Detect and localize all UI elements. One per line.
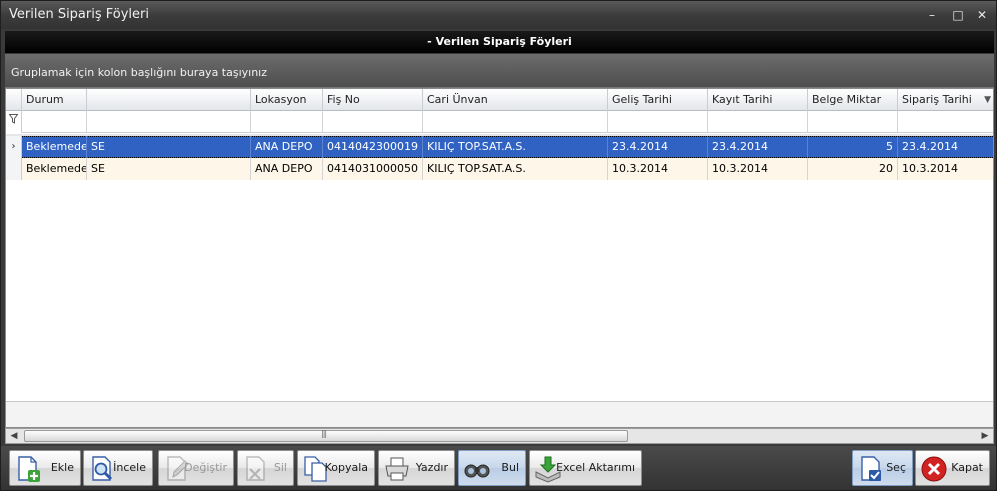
column-header-cari-unvan[interactable]: Cari Ünvan — [423, 89, 608, 111]
cell-lokasyon[interactable]: ANA DEPO — [251, 136, 323, 158]
minimize-button[interactable]: – — [923, 7, 941, 23]
filter-cell-siparis-tarihi[interactable] — [898, 111, 993, 133]
cell-cari-unvan[interactable]: KILIÇ TOP.SAT.A.S. — [423, 158, 608, 180]
order-sheets-window: Verilen Sipariş Föyleri – □ ✕ - Verilen … — [0, 0, 997, 491]
orders-grid[interactable]: Durum Lokasyon Fiş No Cari Ünvan Geliş T… — [5, 88, 994, 428]
form-header: - Verilen Sipariş Föyleri — [5, 31, 994, 53]
scroll-right-icon[interactable]: ▶ — [977, 429, 993, 443]
group-by-hint: Gruplamak için kolon başlığını buraya ta… — [11, 66, 268, 79]
filter-cell-lokasyon[interactable] — [251, 111, 323, 133]
cell-cari-unvan[interactable]: KILIÇ TOP.SAT.A.S. — [423, 136, 608, 158]
column-chooser-icon[interactable]: ▼ — [984, 89, 991, 111]
magnifier-document-icon — [92, 456, 113, 481]
delete-document-icon — [246, 456, 265, 481]
filter-cell-kayit-tarihi[interactable] — [708, 111, 808, 133]
maximize-button[interactable]: □ — [949, 7, 967, 23]
print-button-label: Yazdır — [415, 461, 448, 474]
scroll-left-icon[interactable]: ◀ — [6, 429, 22, 443]
edit-button[interactable]: Değiştir — [158, 450, 234, 486]
add-button[interactable]: Ekle — [9, 450, 81, 486]
excel-export-button[interactable]: Excel Aktarımı — [529, 450, 642, 486]
title-bar[interactable]: Verilen Sipariş Föyleri – □ ✕ — [1, 1, 996, 29]
group-by-panel[interactable]: Gruplamak için kolon başlığını buraya ta… — [5, 54, 994, 88]
cell-gelis-tarihi[interactable]: 23.4.2014 — [608, 136, 708, 158]
select-button-label: Seç — [886, 461, 906, 474]
inspect-button[interactable]: İncele — [83, 450, 153, 486]
filter-cell-fis-no[interactable] — [323, 111, 423, 133]
find-button-label: Bul — [501, 461, 519, 474]
excel-export-label: Excel Aktarımı — [556, 461, 635, 474]
column-header-blank[interactable] — [87, 89, 251, 111]
filter-cell-gelis-tarihi[interactable] — [608, 111, 708, 133]
cell-code[interactable]: SE — [87, 158, 251, 180]
edit-button-label: Değiştir — [184, 461, 227, 474]
find-button[interactable]: Bul — [458, 450, 526, 486]
scrollbar-thumb[interactable] — [24, 429, 628, 442]
select-document-icon — [861, 456, 881, 481]
cell-lokasyon[interactable]: ANA DEPO — [251, 158, 323, 180]
column-header-belge-miktar[interactable]: Belge Miktar — [808, 89, 898, 111]
column-header-kayit-tarihi[interactable]: Kayıt Tarihi — [708, 89, 808, 111]
cell-kayit-tarihi[interactable]: 10.3.2014 — [708, 158, 808, 180]
add-document-icon — [18, 456, 40, 482]
cell-belge-miktar[interactable]: 5 — [808, 136, 898, 158]
delete-button[interactable]: Sil — [237, 450, 294, 486]
cell-durum[interactable]: Beklemede — [22, 158, 87, 180]
current-row-indicator: › — [6, 136, 22, 158]
cell-siparis-tarihi[interactable]: 10.3.2014 — [898, 158, 993, 180]
binoculars-icon — [464, 464, 490, 478]
cell-belge-miktar[interactable]: 20 — [808, 158, 898, 180]
select-button[interactable]: Seç — [852, 450, 913, 486]
delete-button-label: Sil — [273, 461, 287, 474]
copy-button[interactable]: Kopyala — [297, 450, 375, 486]
table-row[interactable]: Beklemede SE ANA DEPO 0414031000050 KILI… — [6, 158, 993, 180]
row-indicator — [6, 158, 22, 180]
cell-siparis-tarihi[interactable]: 23.4.2014 — [898, 136, 993, 158]
cell-durum[interactable]: Beklemede — [22, 136, 87, 158]
column-header-lokasyon[interactable]: Lokasyon — [251, 89, 323, 111]
funnel-icon — [8, 114, 19, 124]
inspect-button-label: İncele — [113, 461, 146, 474]
indicator-header — [6, 89, 22, 111]
cell-fis-no[interactable]: 0414031000050 — [323, 158, 423, 180]
column-header-gelis-tarihi[interactable]: Geliş Tarihi — [608, 89, 708, 111]
grid-filter-row[interactable] — [6, 111, 993, 133]
add-button-label: Ekle — [50, 461, 74, 474]
cell-fis-no[interactable]: 0414042300019 — [323, 136, 423, 158]
column-header-durum[interactable]: Durum — [22, 89, 87, 111]
cell-code[interactable]: SE — [87, 136, 251, 158]
filter-cell-belge-miktar[interactable] — [808, 111, 898, 133]
column-header-fis-no[interactable]: Fiş No — [323, 89, 423, 111]
close-icon — [921, 456, 947, 482]
horizontal-scrollbar[interactable]: ◀ ▶ — [5, 428, 994, 444]
siparis-tarihi-label: Sipariş Tarihi — [902, 93, 972, 106]
cell-gelis-tarihi[interactable]: 10.3.2014 — [608, 158, 708, 180]
grid-header-row: Durum Lokasyon Fiş No Cari Ünvan Geliş T… — [6, 89, 993, 111]
filter-cell-durum[interactable] — [22, 111, 87, 133]
bottom-toolbar: Ekle İncele Değiştir Sil Kopyala Yazdır … — [1, 446, 996, 490]
copy-button-label: Kopyala — [324, 461, 368, 474]
close-button-label: Kapat — [951, 461, 983, 474]
filter-cell-blank[interactable] — [87, 111, 251, 133]
printer-icon — [385, 457, 409, 481]
filter-row-indicator — [6, 111, 22, 133]
grid-footer — [6, 401, 993, 427]
close-button[interactable]: Kapat — [915, 450, 990, 486]
print-button[interactable]: Yazdır — [378, 450, 455, 486]
column-header-siparis-tarihi[interactable]: Sipariş Tarihi ▼ — [898, 89, 993, 111]
filter-cell-cari-unvan[interactable] — [423, 111, 608, 133]
table-row[interactable]: › Beklemede SE ANA DEPO 0414042300019 KI… — [6, 136, 993, 158]
window-title: Verilen Sipariş Föyleri — [9, 7, 149, 22]
close-window-button[interactable]: ✕ — [973, 7, 991, 23]
cell-kayit-tarihi[interactable]: 23.4.2014 — [708, 136, 808, 158]
